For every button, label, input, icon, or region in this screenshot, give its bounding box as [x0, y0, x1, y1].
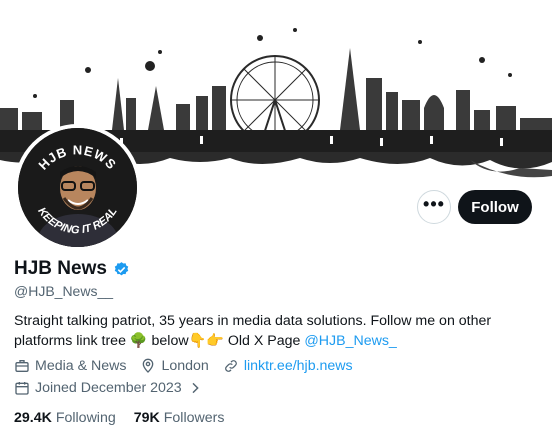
profile-meta-row: Media & News London linktr.ee/hjb.news [14, 358, 353, 374]
profile-avatar[interactable]: HJB NEWS KEEPING IT REAL [14, 124, 141, 251]
location-item: London [140, 358, 209, 374]
calendar-icon [15, 382, 29, 395]
followers-count: 79K [133, 410, 160, 426]
followers-label: Followers [163, 410, 225, 426]
following-stat[interactable]: 29.4K Following [14, 410, 116, 426]
website-item[interactable]: linktr.ee/hjb.news [223, 358, 353, 374]
location-pin-icon [143, 358, 154, 373]
bio-text: Straight talking patriot, 35 years in me… [14, 313, 492, 349]
category-label: Media & News [35, 358, 127, 374]
website-link[interactable]: linktr.ee/hjb.news [244, 358, 353, 374]
following-count: 29.4K [14, 410, 52, 426]
link-icon [224, 360, 237, 372]
category-item: Media & News [14, 358, 126, 374]
joined-item[interactable]: Joined December 2023 [14, 380, 203, 396]
profile-name-row: HJB News [14, 258, 130, 280]
more-options-button[interactable]: ••• [417, 190, 451, 224]
followers-stat[interactable]: 79K Followers [134, 410, 225, 426]
joined-row: Joined December 2023 [14, 380, 203, 396]
briefcase-icon [15, 360, 29, 372]
avatar-image: HJB NEWS KEEPING IT REAL [18, 128, 137, 247]
joined-label: Joined December 2023 [35, 380, 182, 396]
following-label: Following [55, 410, 116, 426]
profile-handle: @HJB_News__ [14, 283, 114, 299]
chevron-right-icon [192, 382, 199, 394]
bio-mention-link[interactable]: @HJB_News_ [304, 333, 396, 349]
follow-stats: 29.4K Following 79K Followers [14, 410, 224, 426]
profile-name: HJB News [14, 258, 107, 279]
location-label: London [161, 358, 209, 374]
profile-bio: Straight talking patriot, 35 years in me… [14, 311, 534, 351]
more-dots-icon: ••• [423, 194, 445, 214]
follow-button[interactable]: Follow [458, 190, 532, 224]
verified-badge-icon[interactable] [113, 261, 130, 278]
